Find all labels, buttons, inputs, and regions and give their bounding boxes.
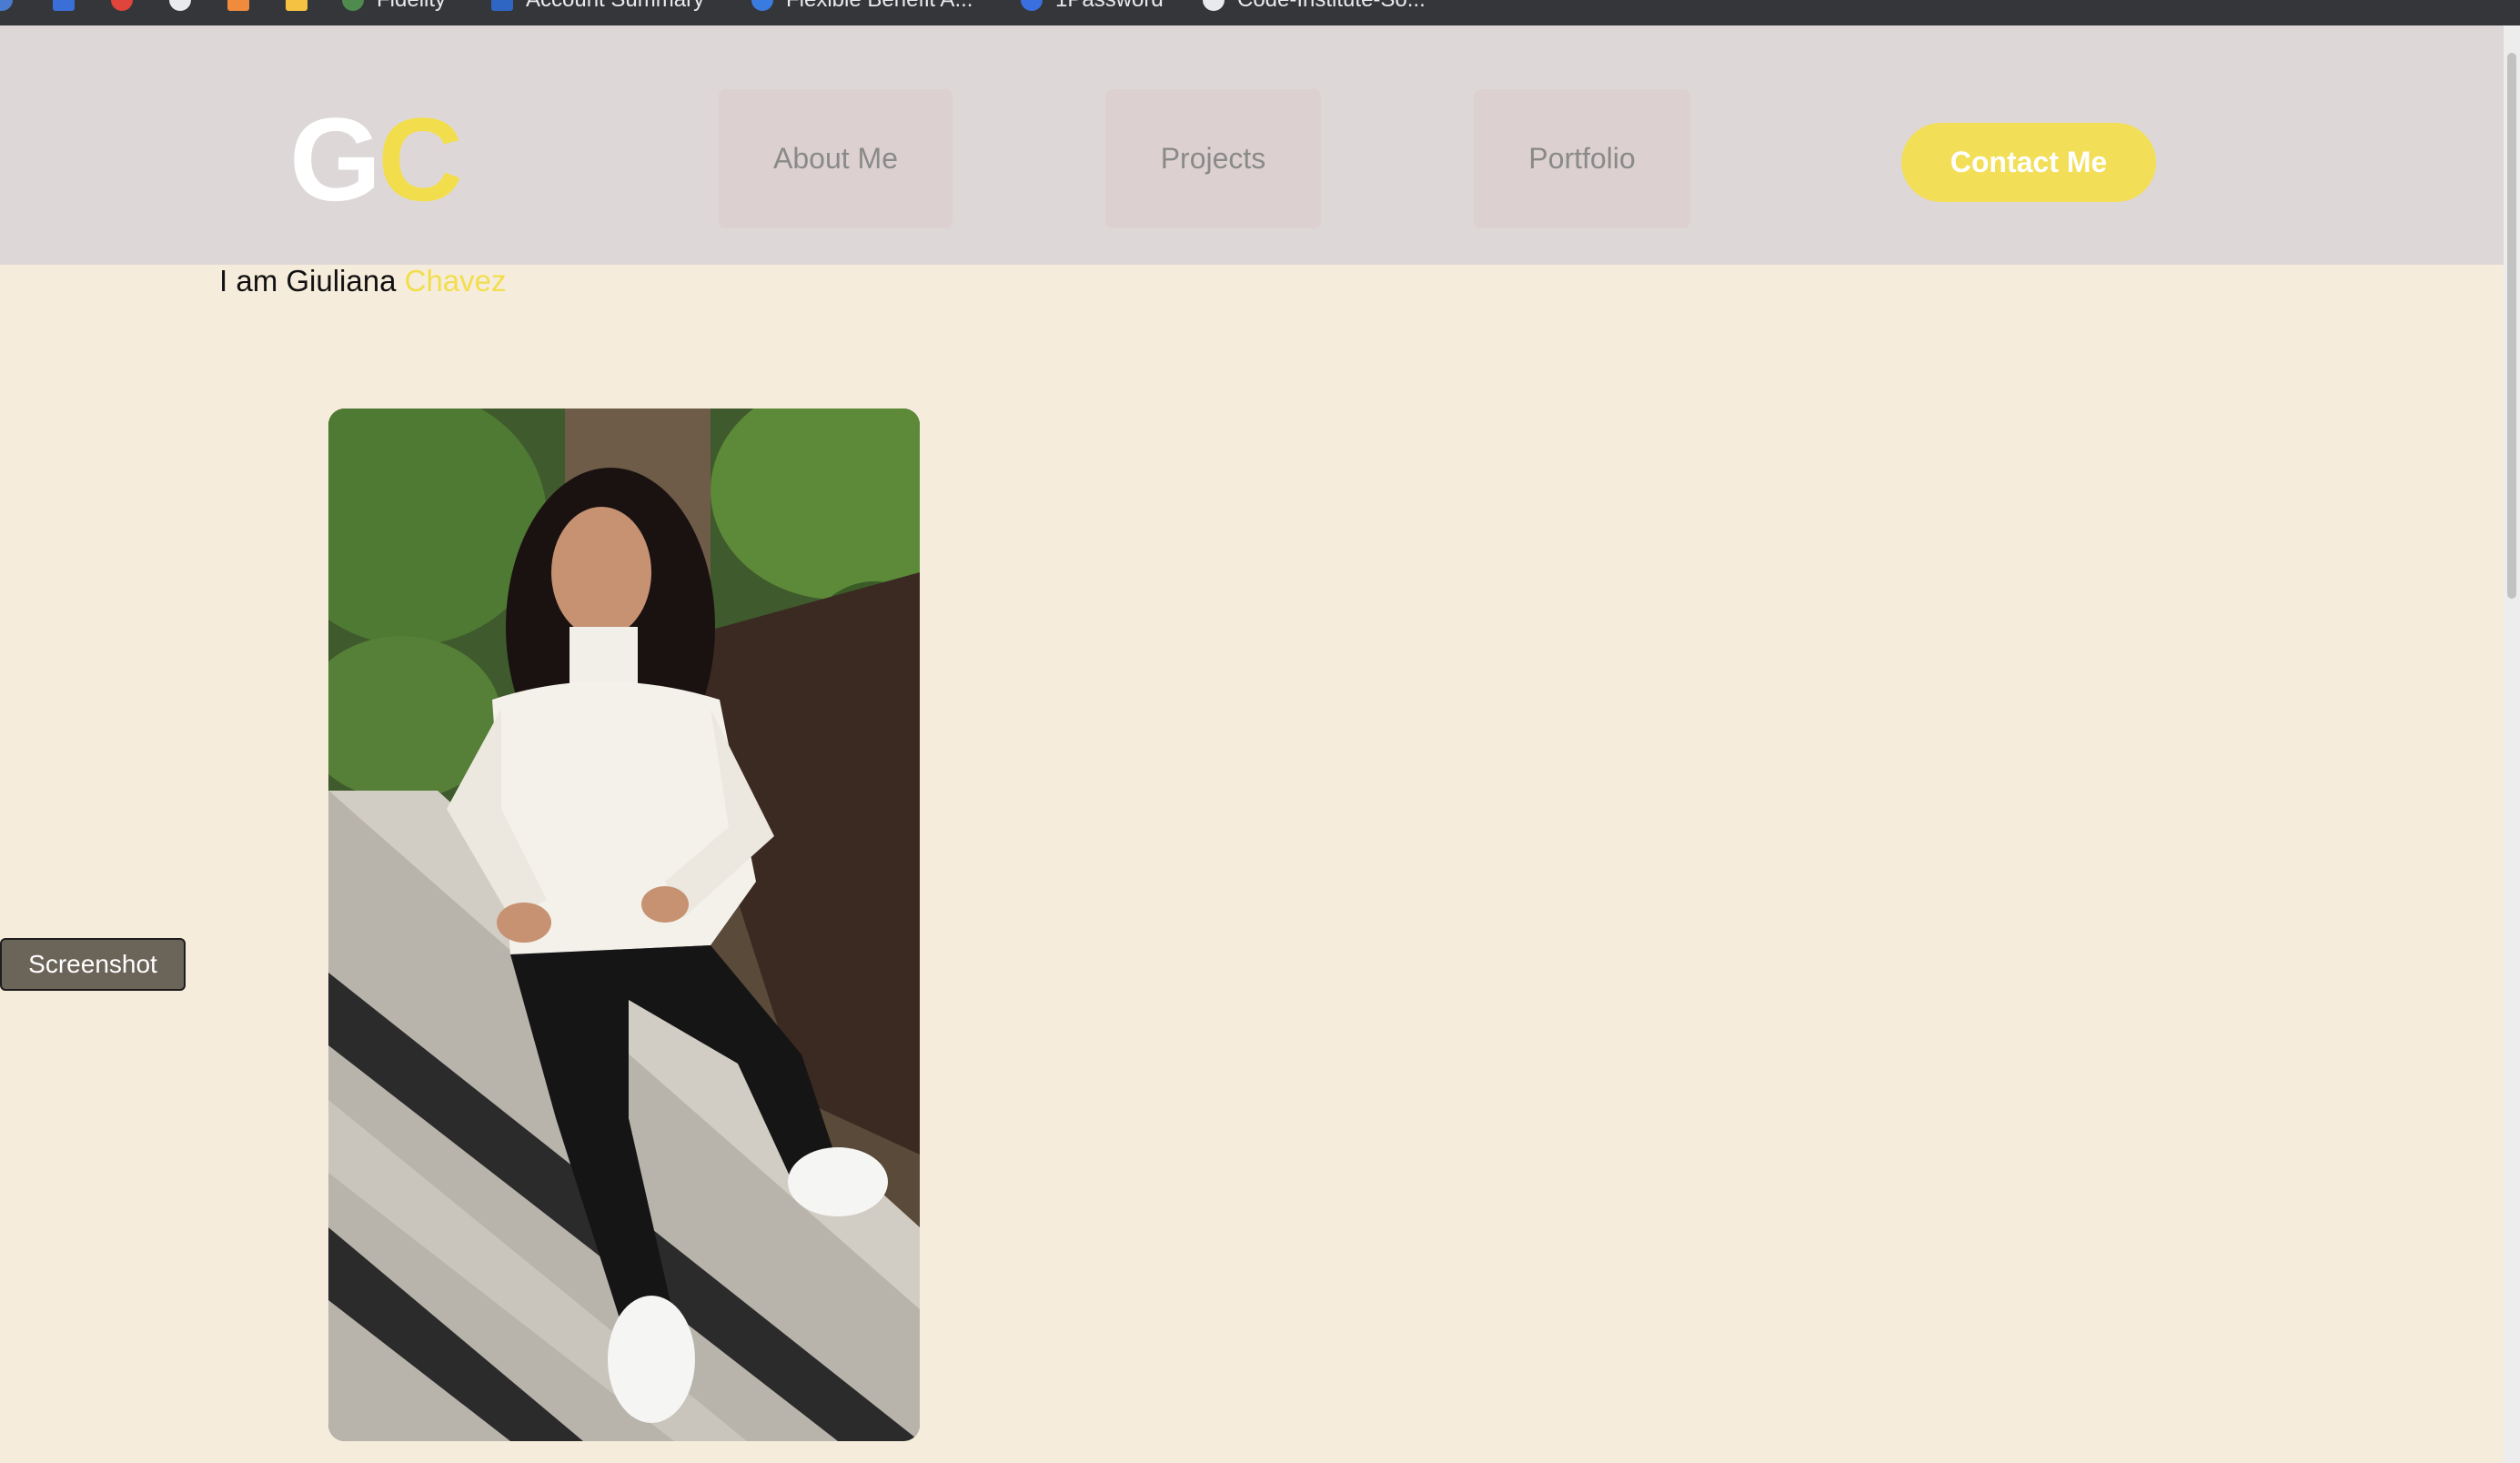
target-icon (111, 0, 133, 11)
bookmark-1password[interactable]: 1Password (1021, 0, 1164, 13)
logo-initial-g: G (289, 93, 381, 226)
bookmark-5[interactable] (227, 0, 249, 13)
intro-heading: I am Giuliana Chavez (219, 264, 507, 298)
page-scrollbar[interactable] (2504, 25, 2520, 1463)
bookmark-1[interactable] (0, 0, 13, 13)
bookmark-flexible-benefit[interactable]: Flexible Benefit A... (751, 0, 973, 13)
bookmark-label: 1Password (1055, 0, 1164, 13)
nav-projects[interactable]: Projects (1105, 89, 1321, 228)
github-icon (169, 0, 191, 11)
contact-me-button[interactable]: Contact Me (1901, 123, 2156, 202)
bookmark-6[interactable] (286, 0, 307, 13)
logo-initial-c: C (378, 93, 463, 226)
fidelity-icon (342, 0, 364, 11)
logo[interactable]: GC (289, 100, 463, 218)
screenshot-button[interactable]: Screenshot (0, 938, 186, 991)
globe-icon (751, 0, 773, 11)
app-icon (0, 0, 13, 11)
bookmark-code-institute[interactable]: Code-Institute-So... (1203, 0, 1426, 13)
nav-portfolio[interactable]: Portfolio (1474, 89, 1690, 228)
menu-icon (53, 0, 75, 11)
site-header: GC About Me Projects Portfolio Contact M… (0, 25, 2504, 265)
scrollbar-thumb[interactable] (2507, 53, 2516, 599)
bookmark-label: Fidelity (377, 0, 446, 13)
github-icon (1203, 0, 1225, 11)
browser-bookmarks-bar: Fidelity Account Summary Flexible Benefi… (0, 0, 2520, 25)
diamond-icon (227, 0, 249, 11)
folder-icon (286, 0, 307, 11)
password-icon (1021, 0, 1043, 11)
bank-icon (491, 0, 513, 11)
bookmark-fidelity[interactable]: Fidelity (342, 0, 446, 13)
intro-last-name: Chavez (404, 264, 507, 298)
nav-about-me[interactable]: About Me (719, 89, 953, 228)
intro-prefix: I am Giuliana (219, 264, 397, 298)
bookmark-2[interactable] (53, 0, 75, 13)
bookmark-label: Flexible Benefit A... (786, 0, 973, 13)
bookmark-label: Account Summary (526, 0, 704, 13)
portrait-photo (328, 409, 920, 1441)
bookmark-3[interactable] (111, 0, 133, 13)
bookmark-4[interactable] (169, 0, 191, 13)
bookmark-account-summary[interactable]: Account Summary (491, 0, 704, 13)
bookmark-label: Code-Institute-So... (1237, 0, 1426, 13)
